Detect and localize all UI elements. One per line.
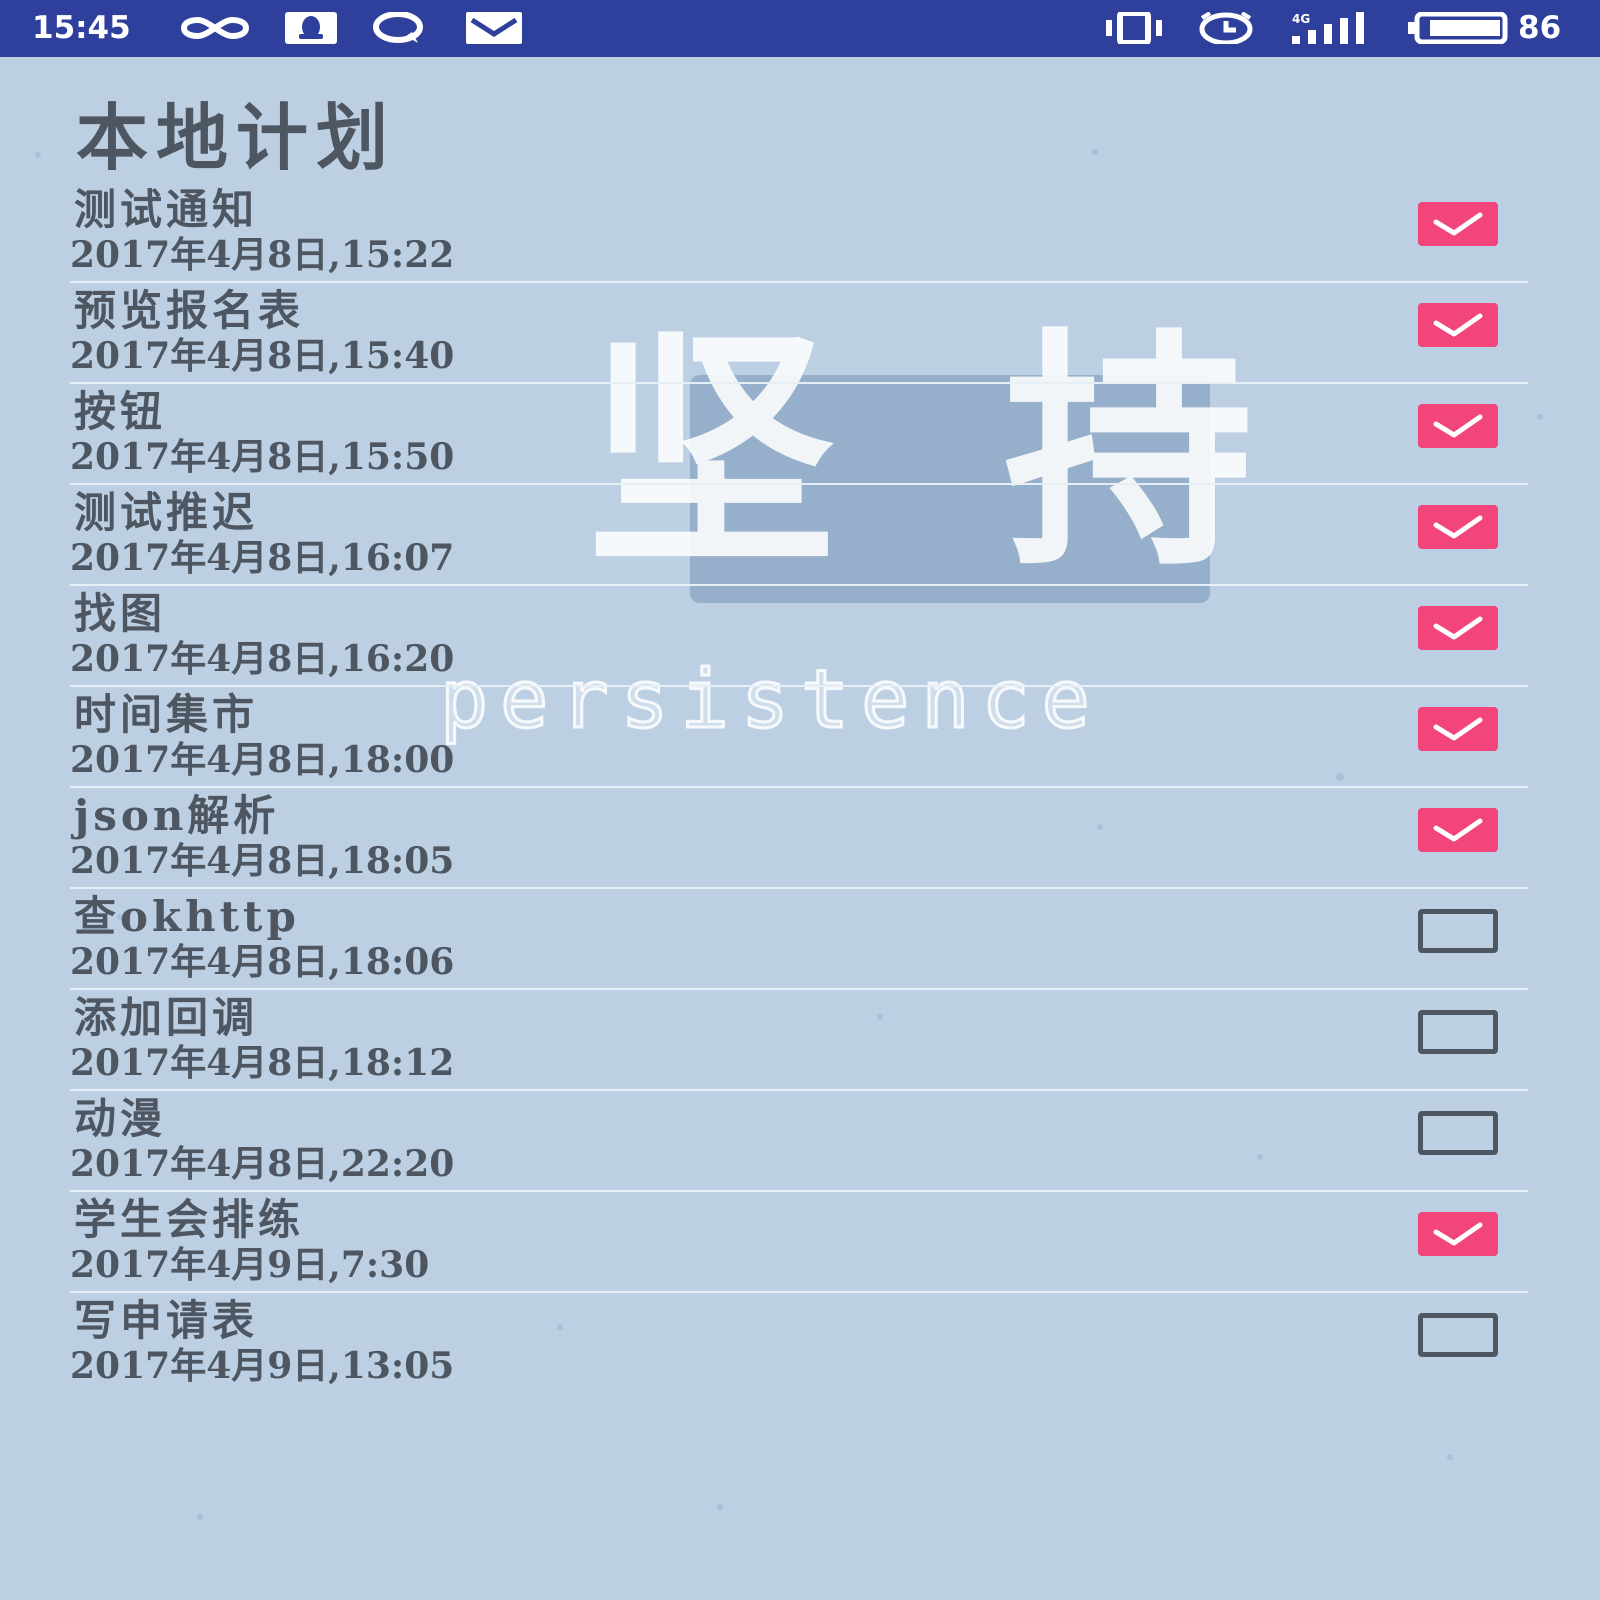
check-icon — [1433, 313, 1483, 337]
plan-checkbox[interactable] — [1418, 909, 1498, 953]
plan-time: 2017年4月8日,18:05 — [70, 840, 455, 882]
plan-checkbox[interactable] — [1418, 1212, 1498, 1256]
qq-icon — [285, 12, 337, 44]
plan-checkbox[interactable] — [1418, 404, 1498, 448]
plan-name: 学生会排练 — [74, 1195, 305, 1244]
check-icon — [1433, 515, 1483, 539]
list-item[interactable]: 预览报名表 2017年4月8日,15:40 — [70, 283, 1528, 384]
signal-4g-icon: 4G — [1292, 12, 1364, 44]
plan-name: 动漫 — [74, 1094, 167, 1143]
list-item[interactable]: 添加回调 2017年4月8日,18:12 — [70, 990, 1528, 1091]
list-item[interactable]: 找图 2017年4月8日,16:20 — [70, 586, 1528, 687]
list-item[interactable]: 写申请表 2017年4月9日,13:05 — [70, 1293, 1528, 1394]
plan-checkbox[interactable] — [1418, 303, 1498, 347]
plan-name: 测试推迟 — [74, 488, 259, 537]
plan-time: 2017年4月8日,22:20 — [70, 1143, 455, 1185]
check-icon — [1433, 212, 1483, 236]
list-item[interactable]: 测试通知 2017年4月8日,15:22 — [70, 182, 1528, 283]
list-item[interactable]: 按钮 2017年4月8日,15:50 — [70, 384, 1528, 485]
plan-checkbox[interactable] — [1418, 707, 1498, 751]
alarm-icon — [1199, 12, 1253, 44]
page-title: 本地计划 — [76, 95, 397, 180]
plan-time: 2017年4月8日,15:50 — [70, 436, 455, 478]
check-icon — [1433, 717, 1483, 741]
list-item[interactable]: 查okhttp 2017年4月8日,18:06 — [70, 889, 1528, 990]
plan-name: 按钮 — [74, 387, 167, 436]
list-item[interactable]: 时间集市 2017年4月8日,18:00 — [70, 687, 1528, 788]
plan-time: 2017年4月8日,18:12 — [70, 1042, 455, 1084]
plan-checkbox[interactable] — [1418, 505, 1498, 549]
check-icon — [1433, 616, 1483, 640]
plan-time: 2017年4月8日,16:20 — [70, 638, 455, 680]
plan-name: 测试通知 — [74, 185, 259, 234]
infinity-icon — [180, 16, 250, 40]
list-item[interactable]: 测试推迟 2017年4月8日,16:07 — [70, 485, 1528, 586]
chat-icon — [373, 12, 423, 43]
plan-name: json解析 — [74, 791, 280, 840]
vibrate-icon — [1106, 12, 1162, 44]
list-item[interactable]: 学生会排练 2017年4月9日,7:30 — [70, 1192, 1528, 1293]
plan-name: 预览报名表 — [74, 286, 305, 335]
list-item[interactable]: 动漫 2017年4月8日,22:20 — [70, 1091, 1528, 1192]
plan-time: 2017年4月8日,18:06 — [70, 941, 455, 983]
plan-time: 2017年4月8日,18:00 — [70, 739, 455, 781]
battery-level: 86 — [1518, 10, 1562, 46]
status-bar: 15:45 4G 86 — [0, 0, 1600, 57]
plan-time: 2017年4月8日,15:22 — [70, 234, 455, 276]
plan-time: 2017年4月9日,7:30 — [70, 1244, 430, 1286]
plan-name: 查okhttp — [74, 892, 300, 941]
plan-checkbox[interactable] — [1418, 808, 1498, 852]
plan-name: 时间集市 — [74, 690, 259, 739]
plan-checkbox[interactable] — [1418, 1010, 1498, 1054]
plan-checkbox[interactable] — [1418, 1313, 1498, 1357]
plan-time: 2017年4月9日,13:05 — [70, 1345, 455, 1387]
list-item[interactable]: json解析 2017年4月8日,18:05 — [70, 788, 1528, 889]
plan-name: 写申请表 — [74, 1296, 259, 1345]
check-icon — [1433, 414, 1483, 438]
network-label: 4G — [1292, 12, 1310, 26]
mail-icon — [466, 12, 522, 44]
plan-name: 添加回调 — [74, 993, 259, 1042]
check-icon — [1433, 818, 1483, 842]
battery-icon — [1408, 12, 1508, 44]
plan-checkbox[interactable] — [1418, 1111, 1498, 1155]
plan-list: 测试通知 2017年4月8日,15:22 预览报名表 2017年4月8日,15:40 按… — [70, 182, 1528, 1394]
plan-checkbox[interactable] — [1418, 606, 1498, 650]
status-time: 15:45 — [32, 10, 131, 46]
check-icon — [1433, 1222, 1483, 1246]
plan-time: 2017年4月8日,16:07 — [70, 537, 455, 579]
plan-name: 找图 — [74, 589, 167, 638]
plan-time: 2017年4月8日,15:40 — [70, 335, 455, 377]
plan-checkbox[interactable] — [1418, 202, 1498, 246]
